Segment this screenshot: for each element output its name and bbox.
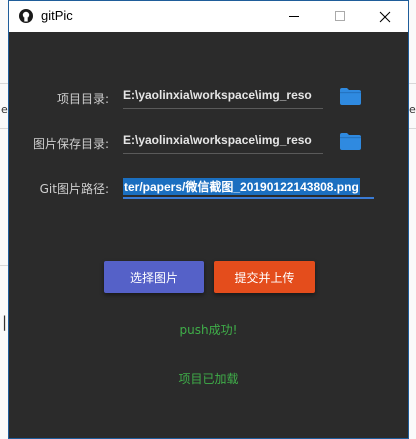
git-path-field[interactable]: ter/papers/微信截图_20190122143808.png (123, 175, 374, 199)
background-divider (408, 83, 416, 84)
git-path-value: ter/papers/微信截图_20190122143808.png (123, 178, 360, 195)
project-dir-field[interactable]: E:\yaolinxia\workspace\img_reso (123, 85, 323, 109)
close-icon (379, 11, 391, 22)
submit-upload-button[interactable]: 提交并上传 (214, 261, 315, 293)
minimize-icon (288, 16, 299, 17)
app-window: gitPic 项目目录: E:\yaolinxia\workspace\img_… (8, 0, 409, 439)
background-glyph: | (2, 313, 8, 331)
folder-icon[interactable] (340, 133, 361, 150)
push-status-message: push成功! (179, 323, 238, 337)
minimize-button[interactable] (271, 1, 317, 32)
project-dir-label: 项目目录: (56, 92, 109, 106)
title-bar[interactable]: gitPic (9, 1, 408, 32)
maximize-icon (334, 11, 345, 21)
save-dir-field[interactable]: E:\yaolinxia\workspace\img_reso (123, 130, 323, 154)
save-dir-label: 图片保存目录: (32, 137, 109, 151)
folder-icon[interactable] (340, 88, 361, 105)
window-title: gitPic (41, 8, 73, 23)
main-panel: 项目目录: E:\yaolinxia\workspace\img_reso 图片… (9, 32, 408, 438)
background-divider (408, 128, 416, 129)
background-glyph: e (409, 103, 416, 116)
project-dir-value: E:\yaolinxia\workspace\img_reso (123, 88, 312, 102)
maximize-button[interactable] (317, 1, 363, 32)
git-path-label: Git图片路径: (39, 182, 109, 196)
background-app-right (408, 0, 416, 439)
close-button[interactable] (362, 1, 408, 32)
gitpic-app-icon (19, 9, 33, 23)
select-image-button[interactable]: 选择图片 (104, 261, 204, 293)
save-dir-value: E:\yaolinxia\workspace\img_reso (123, 133, 312, 147)
project-loaded-message: 项目已加载 (178, 372, 239, 386)
